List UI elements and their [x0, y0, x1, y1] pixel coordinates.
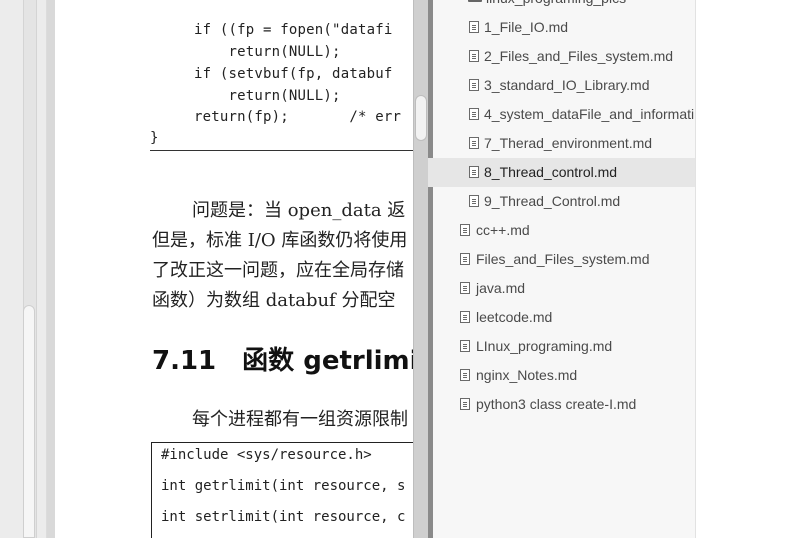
- tree-file-row[interactable]: 3_standard_IO_Library.md: [428, 71, 695, 100]
- tree-file-label: 2_Files_and_Files_system.md: [484, 48, 674, 64]
- tree-file-row[interactable]: Files_and_Files_system.md: [428, 245, 695, 274]
- code-line: return(fp); /* err: [194, 109, 402, 125]
- tree-folder-label: linux_programing_pics: [486, 0, 626, 6]
- tree-file-row[interactable]: 4_system_dataFile_and_informati: [428, 100, 695, 129]
- tree-file-row[interactable]: 9_Thread_Control.md: [428, 187, 695, 216]
- file-tree-panel: ▸ linux_programing_pics 1_File_IO.md 2_F…: [428, 0, 696, 538]
- box-code-line: int setrlimit(int resource, c: [161, 509, 406, 525]
- file-icon: [460, 224, 470, 236]
- section-paragraph: 每个进程都有一组资源限制: [192, 409, 408, 430]
- vertical-scrollbar-thumb[interactable]: [23, 305, 35, 538]
- code-bottom-rule: [150, 150, 415, 151]
- chevron-right-icon[interactable]: ▸: [458, 0, 463, 2]
- tree-folder-row[interactable]: ▸ linux_programing_pics: [428, 0, 695, 6]
- tree-file-row[interactable]: nginx_Notes.md: [428, 361, 695, 390]
- box-code-line: #include <sys/resource.h>: [161, 447, 372, 463]
- file-icon: [460, 311, 470, 323]
- tree-file-label: 1_File_IO.md: [484, 19, 569, 35]
- paragraph-line: 问题是：当 open_data 返: [192, 200, 406, 221]
- document-page: if ((fp = fopen("datafi return(NULL); if…: [55, 0, 415, 538]
- code-line: return(NULL);: [194, 44, 341, 60]
- pane-divider[interactable]: [413, 0, 429, 538]
- file-icon: [469, 21, 479, 33]
- tree-file-label: Files_and_Files_system.md: [476, 251, 650, 267]
- section-heading: 7.11 函数 getrlimit: [152, 346, 415, 376]
- file-icon: [469, 50, 479, 62]
- tree-file-label: 4_system_dataFile_and_informati: [484, 106, 695, 122]
- tree-file-label: java.md: [476, 280, 526, 296]
- file-icon: [460, 369, 470, 381]
- tree-file-label: nginx_Notes.md: [476, 367, 578, 383]
- tree-file-row[interactable]: 1_File_IO.md: [428, 13, 695, 42]
- file-icon: [460, 340, 470, 352]
- tree-file-label: 8_Thread_control.md: [484, 164, 618, 180]
- tree-file-label: 3_standard_IO_Library.md: [484, 77, 650, 93]
- file-icon: [469, 166, 479, 178]
- tree-file-row-selected[interactable]: 8_Thread_control.md: [428, 158, 695, 187]
- editor-area: [696, 0, 792, 538]
- file-icon: [469, 79, 479, 91]
- code-line: return(NULL);: [194, 88, 341, 104]
- page-gutter: [47, 0, 55, 538]
- tree-file-row[interactable]: java.md: [428, 274, 695, 303]
- tree-file-label: 7_Therad_environment.md: [484, 135, 653, 151]
- paragraph-line: 了改正这一问题，应在全局存储: [152, 260, 404, 281]
- tree-file-row[interactable]: 7_Therad_environment.md: [428, 129, 695, 158]
- paragraph-line: 但是，标准 I/O 库函数仍将使用: [152, 230, 408, 251]
- code-line: if ((fp = fopen("datafi: [194, 22, 393, 38]
- tree-file-label: 9_Thread_Control.md: [484, 193, 621, 209]
- tree-file-label: LInux_programing.md: [476, 338, 613, 354]
- file-icon: [469, 195, 479, 207]
- file-icon: [460, 253, 470, 265]
- document-scroll-thumb[interactable]: [415, 95, 427, 141]
- tree-file-row[interactable]: leetcode.md: [428, 303, 695, 332]
- file-icon: [460, 282, 470, 294]
- folder-icon: [468, 0, 482, 2]
- paragraph-line: 函数）为数组 databuf 分配空: [152, 290, 396, 311]
- function-prototype-box: #include <sys/resource.h> int getrlimit(…: [151, 442, 415, 538]
- file-icon: [460, 398, 470, 410]
- tree-file-label: python3 class create-I.md: [476, 396, 637, 412]
- file-icon: [469, 108, 479, 120]
- tree-file-row[interactable]: 2_Files_and_Files_system.md: [428, 42, 695, 71]
- box-code-line: int getrlimit(int resource, s: [161, 478, 406, 494]
- file-icon: [469, 137, 479, 149]
- tree-file-label: cc++.md: [476, 222, 530, 238]
- tree-file-row[interactable]: LInux_programing.md: [428, 332, 695, 361]
- closing-brace: }: [150, 130, 159, 146]
- code-line: if (setvbuf(fp, databuf: [194, 66, 393, 82]
- tree-file-row[interactable]: cc++.md: [428, 216, 695, 245]
- tree-file-row[interactable]: python3 class create-I.md: [428, 390, 695, 419]
- tree-file-label: leetcode.md: [476, 309, 553, 325]
